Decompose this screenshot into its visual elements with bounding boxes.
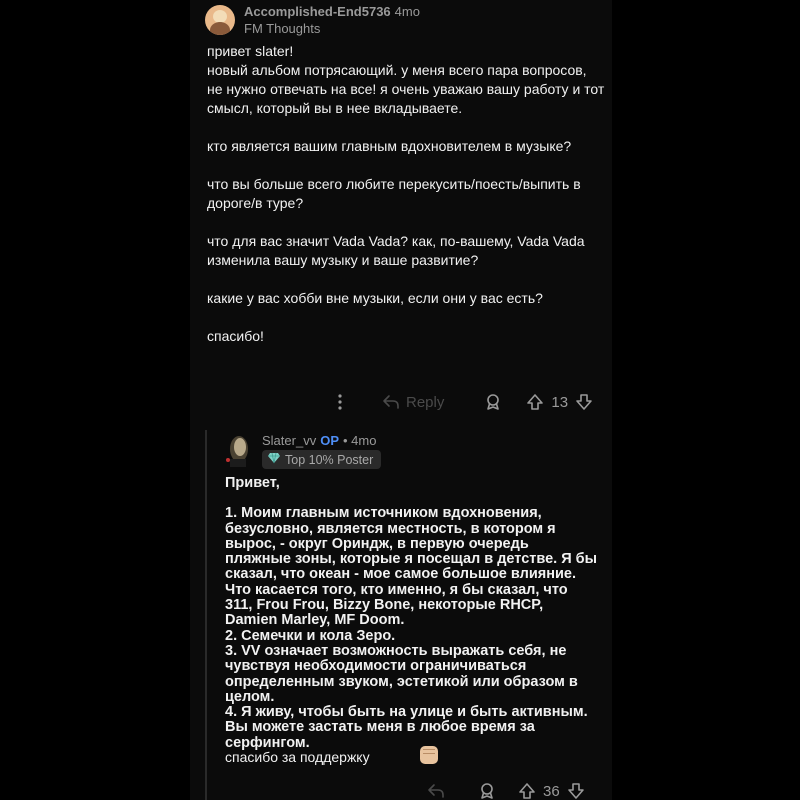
comment-age: 4mo	[394, 4, 420, 19]
comment-paragraph: что для вас значит Vada Vada? как, по-ва…	[207, 233, 585, 268]
comment-body: привет slater! новый альбом потрясающий.…	[207, 42, 605, 346]
reply-paragraph: 1. Моим главным источником вдохновения, …	[225, 505, 597, 751]
upvote-arrow-icon[interactable]	[526, 393, 544, 411]
avatar[interactable]	[205, 5, 235, 35]
more-options-icon[interactable]	[338, 394, 342, 410]
greeting: Привет,	[225, 475, 280, 491]
vote-count: 36	[543, 782, 560, 800]
comment-age: • 4mo	[343, 433, 377, 448]
reply-button[interactable]	[427, 783, 445, 799]
op-label: OP	[320, 433, 339, 448]
downvote-arrow-icon[interactable]	[575, 393, 593, 411]
reply-arrow-icon	[382, 394, 400, 410]
badge-label: Top 10% Poster	[285, 452, 374, 467]
user-badge: Top 10% Poster	[262, 450, 382, 469]
reply-button[interactable]: Reply	[382, 394, 444, 411]
comment-paragraph: привет slater! новый альбом потрясающий.…	[207, 43, 605, 116]
vote-count: 13	[551, 393, 569, 411]
reply-label: Reply	[406, 393, 445, 411]
username[interactable]: Accomplished-End5736	[244, 4, 391, 19]
upvote-arrow-icon[interactable]	[518, 782, 536, 800]
thread-line[interactable]	[205, 430, 207, 800]
reply-body: Привет, 1. Моим главным источником вдохн…	[225, 475, 597, 766]
comment-actions: Reply 13	[330, 390, 600, 414]
comment-paragraph: какие у вас хобби вне музыки, если они у…	[207, 290, 543, 306]
username[interactable]: Slater_vv	[262, 433, 316, 448]
diamond-badge-icon	[267, 452, 285, 467]
downvote-arrow-icon[interactable]	[567, 782, 585, 800]
reply-arrow-icon	[427, 783, 445, 799]
comment-thread-panel: Accomplished-End5736 4mo FM Thoughts прив…	[190, 0, 612, 800]
comment-paragraph: кто является вашим главным вдохновителем…	[207, 138, 572, 154]
comment-paragraph: что вы больше всего любите перекусить/по…	[207, 176, 581, 211]
user-flair: FM Thoughts	[244, 21, 321, 36]
comment-paragraph: спасибо!	[207, 328, 264, 344]
fist-bump-emoji	[420, 746, 438, 764]
thanks-text: спасибо за поддержку	[225, 749, 370, 765]
award-icon[interactable]	[478, 782, 496, 800]
award-icon[interactable]	[484, 393, 502, 411]
avatar[interactable]	[224, 435, 252, 467]
comment-actions: 36	[427, 779, 607, 800]
